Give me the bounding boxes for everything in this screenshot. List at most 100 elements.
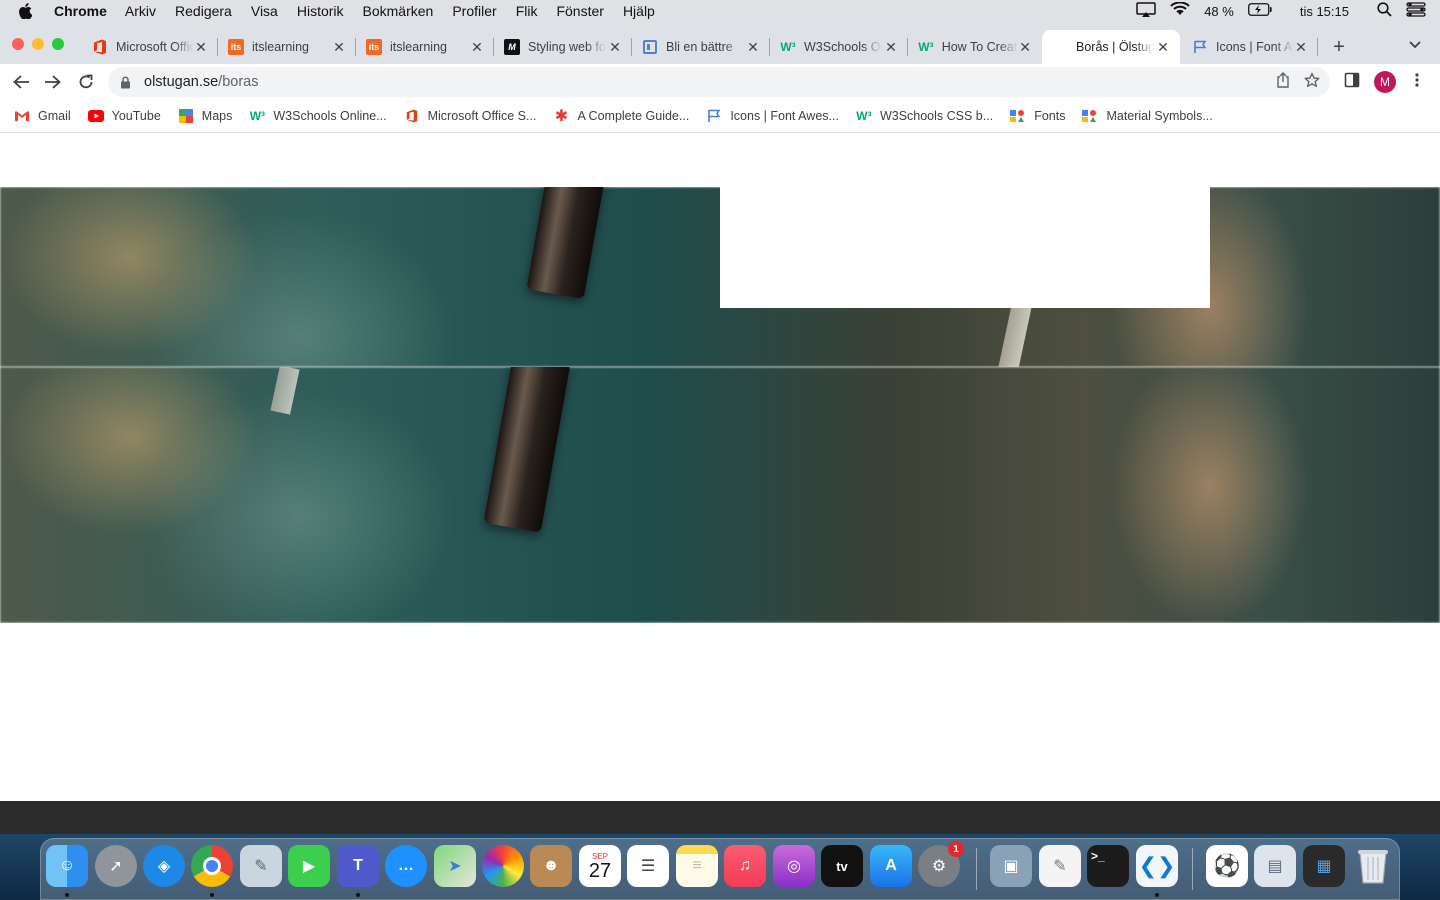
- tab-search-chevron-icon[interactable]: [1408, 38, 1424, 52]
- tab-styling-web-forms[interactable]: M Styling web forms ✕: [494, 30, 632, 64]
- terminal-icon[interactable]: >_: [1087, 845, 1129, 887]
- app-store-icon[interactable]: A: [870, 845, 912, 887]
- tab-bli-en-battre[interactable]: Bli en bättre ✕: [632, 30, 770, 64]
- photos-icon[interactable]: [482, 845, 524, 887]
- tab-w3schools-online[interactable]: W³ W3Schools Online ✕: [770, 30, 908, 64]
- page-viewport: [0, 134, 1440, 823]
- bookmark-youtube[interactable]: YouTube: [87, 109, 161, 123]
- zoom-window-button[interactable]: [52, 38, 64, 50]
- close-tab-icon[interactable]: ✕: [194, 39, 208, 56]
- bookmark-font-awesome[interactable]: Icons | Font Awes...: [706, 109, 839, 123]
- flag-icon: [706, 109, 722, 123]
- forward-button[interactable]: [43, 72, 63, 92]
- minimize-window-button[interactable]: [32, 38, 44, 50]
- close-tab-icon[interactable]: ✕: [884, 39, 898, 56]
- menu-flik[interactable]: Flik: [516, 3, 538, 19]
- contacts-icon[interactable]: ☻: [530, 845, 572, 887]
- reload-button[interactable]: [76, 72, 96, 92]
- tab-title: itslearning: [252, 40, 309, 54]
- music-icon[interactable]: ♫: [724, 845, 766, 887]
- close-tab-icon[interactable]: ✕: [470, 39, 484, 56]
- battery-icon[interactable]: [1247, 3, 1272, 19]
- lock-icon[interactable]: [120, 76, 134, 89]
- podcasts-icon[interactable]: ◎: [773, 845, 815, 887]
- screenshot-stack-icon[interactable]: ▦: [1303, 845, 1345, 887]
- trash-icon[interactable]: [1352, 845, 1394, 887]
- calendar-day: 27: [588, 859, 612, 882]
- spotlight-search-icon[interactable]: [1377, 2, 1392, 20]
- finder-icon[interactable]: ☺: [46, 845, 88, 887]
- bookmark-maps[interactable]: Maps: [178, 109, 232, 123]
- football-document-icon[interactable]: ⚽: [1206, 845, 1248, 887]
- notes-icon[interactable]: ≡: [676, 845, 718, 887]
- vscode-icon[interactable]: ❮❯: [1136, 845, 1178, 887]
- tab-microsoft-office[interactable]: Microsoft Office ✕: [82, 30, 218, 64]
- bookmark-fonts[interactable]: Fonts: [1010, 109, 1065, 123]
- bookmark-material-symbols[interactable]: Material Symbols...: [1082, 109, 1213, 123]
- menu-arkiv[interactable]: Arkiv: [125, 3, 156, 19]
- bookmark-w3schools-css[interactable]: W³ W3Schools CSS b...: [856, 109, 993, 123]
- profile-avatar[interactable]: M: [1374, 71, 1396, 93]
- preview-icon[interactable]: ✎: [240, 845, 282, 887]
- facetime-icon[interactable]: ▶: [288, 845, 330, 887]
- menu-hjalp[interactable]: Hjälp: [623, 3, 655, 19]
- chrome-menu-kebab-icon[interactable]: [1414, 72, 1420, 88]
- close-tab-icon[interactable]: ✕: [1294, 39, 1308, 56]
- bookmark-complete-guide[interactable]: ✱ A Complete Guide...: [553, 108, 690, 125]
- calendar-icon[interactable]: SEP 27: [579, 845, 621, 887]
- tab-title: W3Schools Online: [804, 40, 882, 54]
- menu-historik[interactable]: Historik: [297, 3, 344, 19]
- tab-how-to-create[interactable]: W³ How To Create ✕: [908, 30, 1042, 64]
- new-tab-button[interactable]: +: [1328, 36, 1350, 59]
- close-tab-icon[interactable]: ✕: [608, 39, 622, 56]
- address-bar[interactable]: olstugan.se/boras: [108, 67, 1330, 97]
- chrome-icon[interactable]: [191, 845, 233, 887]
- apple-menu-icon[interactable]: [18, 3, 34, 19]
- apple-tv-icon[interactable]: tv: [821, 845, 863, 887]
- menu-visa[interactable]: Visa: [251, 3, 278, 19]
- page-footer-strip: [0, 801, 1440, 834]
- mdn-icon: M: [504, 39, 520, 55]
- reminders-icon[interactable]: ☰: [627, 845, 669, 887]
- messages-icon[interactable]: …: [385, 845, 427, 887]
- tab-title: Bli en bättre: [666, 40, 733, 54]
- close-tab-icon[interactable]: ✕: [746, 39, 760, 56]
- tab-font-awesome[interactable]: Icons | Font Awesome ✕: [1182, 30, 1318, 64]
- tab-title: itslearning: [390, 40, 447, 54]
- close-tab-icon[interactable]: ✕: [1156, 39, 1170, 56]
- share-icon[interactable]: [1276, 72, 1290, 92]
- close-tab-icon[interactable]: ✕: [1018, 39, 1032, 56]
- airplay-icon[interactable]: [1136, 1, 1156, 21]
- bookmark-gmail[interactable]: Gmail: [14, 109, 71, 123]
- safari-icon[interactable]: ◈: [143, 845, 185, 887]
- tab-itslearning-1[interactable]: its itslearning ✕: [218, 30, 356, 64]
- running-indicator: [65, 893, 69, 897]
- close-window-button[interactable]: [12, 38, 24, 50]
- launchpad-icon[interactable]: ➚: [95, 845, 137, 887]
- bookmark-w3schools-online[interactable]: W³ W3Schools Online...: [249, 109, 387, 123]
- textedit-icon[interactable]: ✎: [1039, 845, 1081, 887]
- system-preferences-icon[interactable]: ⚙ 1: [918, 841, 964, 887]
- menubar-clock[interactable]: tis 15:15: [1300, 4, 1349, 19]
- folder-stack-icon[interactable]: ▤: [1254, 845, 1296, 887]
- wifi-icon[interactable]: [1170, 1, 1190, 20]
- tab-separator: [1317, 38, 1318, 56]
- tab-itslearning-2[interactable]: its itslearning ✕: [356, 30, 494, 64]
- maps-app-icon[interactable]: ➤: [434, 845, 476, 887]
- menu-fonster[interactable]: Fönster: [556, 3, 603, 19]
- image-capture-icon[interactable]: ▣: [990, 845, 1032, 887]
- menu-app-name[interactable]: Chrome: [54, 3, 107, 19]
- tab-boras-olstugan[interactable]: Borås | Ölstugan ✕: [1042, 30, 1180, 64]
- menu-redigera[interactable]: Redigera: [175, 3, 232, 19]
- w3schools-icon: W³: [780, 40, 796, 54]
- white-content-box: [720, 187, 1210, 308]
- control-center-icon[interactable]: [1406, 2, 1426, 20]
- close-tab-icon[interactable]: ✕: [332, 39, 346, 56]
- side-panel-icon[interactable]: [1344, 72, 1360, 88]
- menu-bokmarken[interactable]: Bokmärken: [363, 3, 434, 19]
- bookmark-star-icon[interactable]: [1304, 72, 1320, 92]
- menu-profiler[interactable]: Profiler: [452, 3, 496, 19]
- teams-icon[interactable]: T: [337, 845, 379, 887]
- bookmark-microsoft-office[interactable]: Microsoft Office S...: [404, 109, 536, 123]
- back-button[interactable]: [11, 72, 31, 92]
